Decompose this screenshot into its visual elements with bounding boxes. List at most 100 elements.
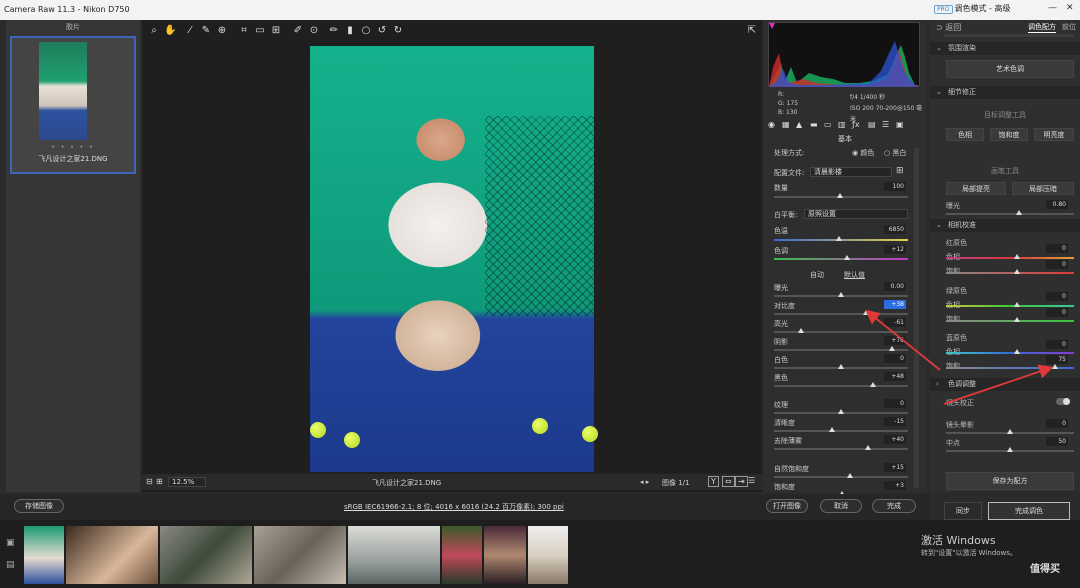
panel.sliders-knob-3[interactable]: [888, 346, 895, 351]
profile-browser-icon[interactable]: ⊞: [896, 166, 904, 176]
tab-presets-icon[interactable]: ☰: [882, 120, 889, 129]
blue-sat-value[interactable]: 75: [1046, 355, 1068, 364]
amount-knob[interactable]: [837, 193, 843, 198]
green-sat-knob[interactable]: [1014, 317, 1020, 322]
close-icon[interactable]: ✕: [1066, 3, 1074, 13]
tab-snapshots-icon[interactable]: ▣: [896, 120, 904, 129]
radio-bw[interactable]: ○ 黑白: [884, 148, 906, 158]
midpoint-knob[interactable]: [1007, 447, 1013, 452]
zoom-in-icon[interactable]: ⊞: [156, 477, 163, 486]
section-atmosphere[interactable]: 氛围渲染: [930, 42, 1080, 55]
finish-color-button[interactable]: 完成调色: [988, 502, 1070, 520]
prev-next-icon[interactable]: ◂ ▸: [640, 478, 649, 486]
panel.sliders-value-3[interactable]: +76: [884, 336, 906, 345]
panel.presence-value-1[interactable]: -15: [884, 417, 906, 426]
tab-hsl-icon[interactable]: ▬: [810, 120, 818, 129]
local-brighten-button[interactable]: 局部提亮: [946, 182, 1006, 195]
open-image-button[interactable]: 打开图像: [766, 499, 808, 513]
panel.vibrance-value-0[interactable]: +15: [884, 463, 906, 472]
tab-curve-icon[interactable]: ▦: [782, 120, 790, 129]
film-thumb[interactable]: [528, 526, 568, 584]
film-thumb[interactable]: [24, 526, 64, 584]
tab-split-icon[interactable]: ▭: [824, 120, 832, 129]
folder-icon[interactable]: ▤: [6, 560, 15, 570]
color-sampler-icon[interactable]: ✎: [200, 24, 212, 38]
film-thumb[interactable]: [484, 526, 526, 584]
blue-hue-value[interactable]: 0: [1046, 340, 1068, 349]
panel-scrollbar[interactable]: [914, 148, 919, 488]
straighten-icon[interactable]: ▭: [254, 24, 266, 38]
preview-prefs-icon[interactable]: ☰: [748, 476, 755, 485]
green-hue-slider[interactable]: [946, 305, 1074, 307]
panel.presence-value-0[interactable]: 0: [884, 399, 906, 408]
panel.sliders-value-2[interactable]: -61: [884, 318, 906, 327]
radio-color[interactable]: ◉ 颜色: [852, 148, 874, 158]
graduated-filter-icon[interactable]: ▮: [344, 24, 356, 38]
blue-sat-knob[interactable]: [1052, 364, 1058, 369]
panel.presence-knob-2[interactable]: [864, 445, 871, 450]
green-hue-value[interactable]: 0: [1046, 292, 1068, 301]
image-icon[interactable]: ▣: [6, 538, 15, 548]
hand-icon[interactable]: ✋: [164, 24, 176, 38]
green-sat-value[interactable]: 0: [1046, 308, 1068, 317]
midpoint-value[interactable]: 50: [1046, 437, 1068, 446]
red-sat-slider[interactable]: [946, 272, 1074, 274]
panel.sliders-knob-4[interactable]: [838, 364, 844, 369]
zoom-icon[interactable]: ⌕: [148, 24, 160, 38]
red-hue-value[interactable]: 0: [1046, 244, 1068, 253]
local-darken-button[interactable]: 局部压暗: [1012, 182, 1074, 195]
art-tone-button[interactable]: 艺术色调: [946, 60, 1074, 78]
panel.presence-value-2[interactable]: +40: [884, 435, 906, 444]
film-thumb[interactable]: [160, 526, 252, 584]
red-sat-value[interactable]: 0: [1046, 260, 1068, 269]
zoom-select[interactable]: 12.5%: [168, 477, 206, 487]
panel.sliders-slider-1[interactable]: [774, 313, 908, 315]
wb-select[interactable]: 原照设置: [804, 209, 908, 219]
save-image-button[interactable]: 存储图像: [14, 499, 64, 513]
adjustment-brush-icon[interactable]: ✏: [328, 24, 340, 38]
photo-preview[interactable]: [310, 46, 598, 472]
white-balance-icon[interactable]: ⁄: [184, 24, 196, 38]
film-thumb[interactable]: [254, 526, 346, 584]
panel.sliders-knob-1[interactable]: [863, 310, 870, 315]
tint-knob[interactable]: [844, 255, 850, 260]
panel.sliders-value-1[interactable]: +38: [884, 300, 906, 309]
cancel-button[interactable]: 取消: [820, 499, 862, 513]
swap-settings-icon[interactable]: ⇔: [722, 476, 735, 487]
blue-hue-knob[interactable]: [1014, 349, 1020, 354]
profile-select[interactable]: 清晨影楼: [810, 167, 892, 177]
transform-icon[interactable]: ⊞: [270, 24, 282, 38]
vignette-knob[interactable]: [1007, 429, 1013, 434]
hue-tool-button[interactable]: 色相: [946, 128, 984, 141]
panel.presence-knob-0[interactable]: [838, 409, 844, 414]
done-button[interactable]: 完成: [872, 499, 916, 513]
save-preset-button[interactable]: 保存为配方: [946, 472, 1074, 490]
panel.sliders-value-4[interactable]: 0: [884, 354, 906, 363]
panel.presence-knob-1[interactable]: [828, 427, 835, 432]
panel.presence-slider-1[interactable]: [774, 430, 908, 432]
red-hue-knob[interactable]: [1014, 254, 1020, 259]
radial-filter-icon[interactable]: ○: [360, 24, 372, 38]
section-tone-adjust[interactable]: 色调调整: [930, 378, 1080, 391]
selected-thumbnail[interactable]: • • • • • 飞凡设计之家21.DNG: [10, 36, 136, 174]
default-link[interactable]: 默认值: [844, 270, 865, 280]
far-exposure-knob[interactable]: [1016, 210, 1022, 215]
auto-link[interactable]: 自动: [810, 270, 824, 280]
before-after-icon[interactable]: Y: [708, 476, 719, 487]
panel.presence-slider-2[interactable]: [774, 448, 908, 450]
sync-button[interactable]: 同步: [944, 502, 982, 520]
tint-value[interactable]: +12: [884, 245, 906, 254]
panel.sliders-knob-0[interactable]: [838, 292, 844, 297]
tab-calibration-icon[interactable]: ▤: [868, 120, 876, 129]
minimize-icon[interactable]: —: [1048, 3, 1057, 13]
panel.vibrance-slider-0[interactable]: [774, 476, 908, 478]
temp-value[interactable]: 6850: [884, 225, 906, 234]
tab-detail-icon[interactable]: ▲: [796, 120, 802, 129]
panel.sliders-slider-2[interactable]: [774, 331, 908, 333]
tab-fx-icon[interactable]: ƒx: [852, 120, 860, 129]
zoom-out-icon[interactable]: ⊟: [146, 477, 153, 486]
saturation-tool-button[interactable]: 饱和度: [990, 128, 1028, 141]
tab-other[interactable]: 前位: [1062, 22, 1076, 32]
panel.sliders-value-5[interactable]: +48: [884, 372, 906, 381]
fullscreen-icon[interactable]: ⇱: [746, 24, 758, 38]
